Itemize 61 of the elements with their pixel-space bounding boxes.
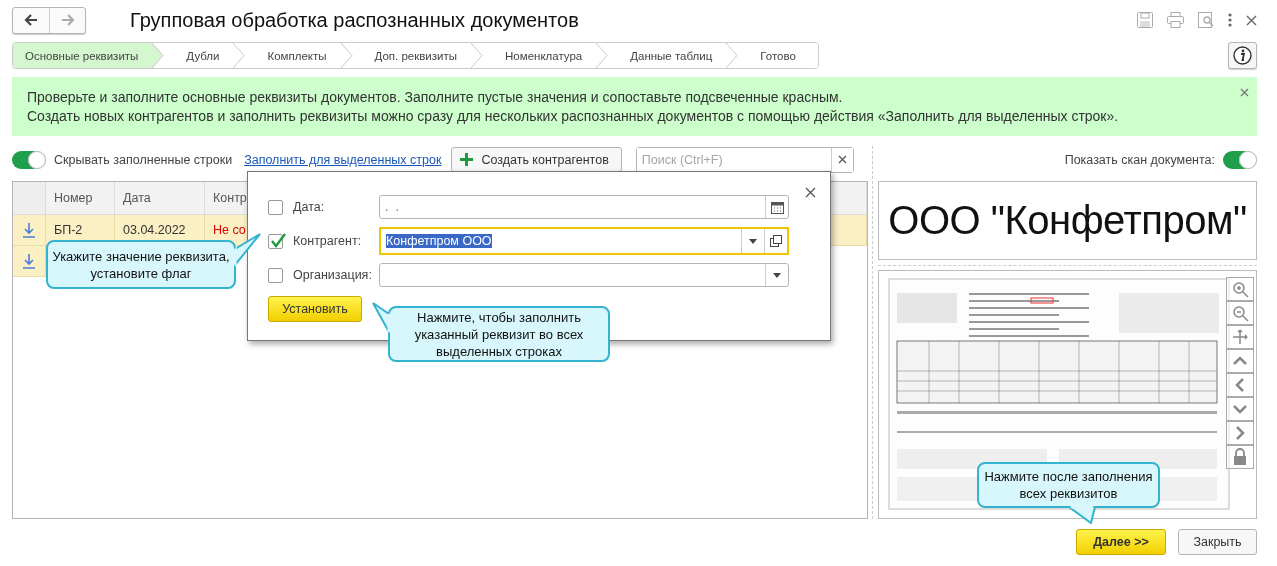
close-button[interactable]: Закрыть (1178, 529, 1257, 555)
download-icon (22, 253, 36, 269)
toggle-label: Скрывать заполненные строки (54, 152, 233, 167)
forward-arrow-icon (60, 14, 75, 26)
zoom-in-icon (1231, 280, 1249, 298)
set-button[interactable]: Установить (268, 296, 362, 322)
toggle-switch[interactable] (1223, 150, 1257, 169)
banner-text: Создать новых контрагентов и заполнить реквизиты можно сразу для нескольких распознанных документов с помощью действия «Заполнить для выделенных строк». (27, 106, 1119, 126)
close-icon (805, 187, 816, 198)
zoom-out-icon (1231, 304, 1249, 322)
print-icon[interactable] (1167, 12, 1184, 28)
field-label: Дата: (293, 200, 326, 214)
toggle-label: Показать скан документа: (1064, 152, 1215, 167)
callout: Нажмите, чтобы заполнить указанный реквизит во всех выделенных строках (372, 300, 610, 362)
fit-arrows-button[interactable] (1226, 325, 1254, 349)
recognized-text: ООО "Конфетпром" (888, 198, 1247, 243)
checkbox[interactable] (268, 233, 283, 249)
search-field[interactable]: Поиск (Ctrl+F) (635, 146, 854, 173)
column-header: Номер (46, 182, 115, 215)
dropdown-caret-icon (773, 272, 781, 278)
back-arrow-icon (24, 14, 38, 26)
info-button[interactable] (1228, 42, 1257, 69)
plus-icon (460, 153, 474, 166)
download-icon (22, 222, 36, 238)
down-chevron-button[interactable] (1226, 397, 1254, 421)
clear-button[interactable] (830, 147, 853, 172)
header-corner (13, 182, 46, 215)
next-button[interactable]: Далее >> (1076, 529, 1166, 555)
open-window-icon (770, 235, 782, 247)
banner-text: Проверьте и заполните основные реквизиты документов. Заполните пустые значения и сопоставьте подсвеченные красным. (27, 87, 843, 107)
lock-button[interactable] (1226, 445, 1254, 469)
left-chevron-button[interactable] (1226, 373, 1254, 397)
preview-icon[interactable] (1198, 12, 1214, 28)
checkbox[interactable] (268, 267, 283, 283)
zoom-in-button[interactable] (1226, 277, 1254, 301)
close-icon[interactable] (1246, 14, 1257, 26)
calendar-icon (770, 200, 784, 214)
callout: Нажмите после заполнения всех реквизитов (977, 462, 1160, 524)
step-tab[interactable]: Основные реквизиты (13, 43, 165, 68)
more-icon[interactable] (1228, 13, 1232, 27)
dropdown-caret-icon (749, 238, 757, 244)
close-icon (1240, 88, 1249, 97)
input-field[interactable] (379, 263, 789, 287)
field-label: Контрагент: (293, 234, 363, 248)
lock-icon (1231, 448, 1249, 466)
toggle-switch[interactable] (12, 150, 46, 169)
column-header: Дата (115, 182, 205, 215)
fit-arrows-icon (1231, 328, 1249, 346)
input-field[interactable]: . . (379, 195, 789, 219)
field-label: Организация: (293, 268, 373, 282)
fill-selected-link[interactable]: Заполнить для выделенных строк (244, 152, 442, 167)
right-chevron-button[interactable] (1226, 421, 1254, 445)
input-field[interactable]: Конфетпром ООО (379, 227, 789, 255)
window-title: Групповая обработка распознанных документов (130, 8, 580, 32)
up-chevron-button[interactable] (1226, 349, 1254, 373)
clear-icon (837, 154, 847, 164)
create-button[interactable]: Создать контрагентов (451, 147, 622, 172)
save-icon[interactable] (1137, 12, 1153, 28)
zoom-out-button[interactable] (1226, 301, 1254, 325)
info-icon (1233, 46, 1252, 65)
checkbox[interactable] (268, 199, 283, 215)
